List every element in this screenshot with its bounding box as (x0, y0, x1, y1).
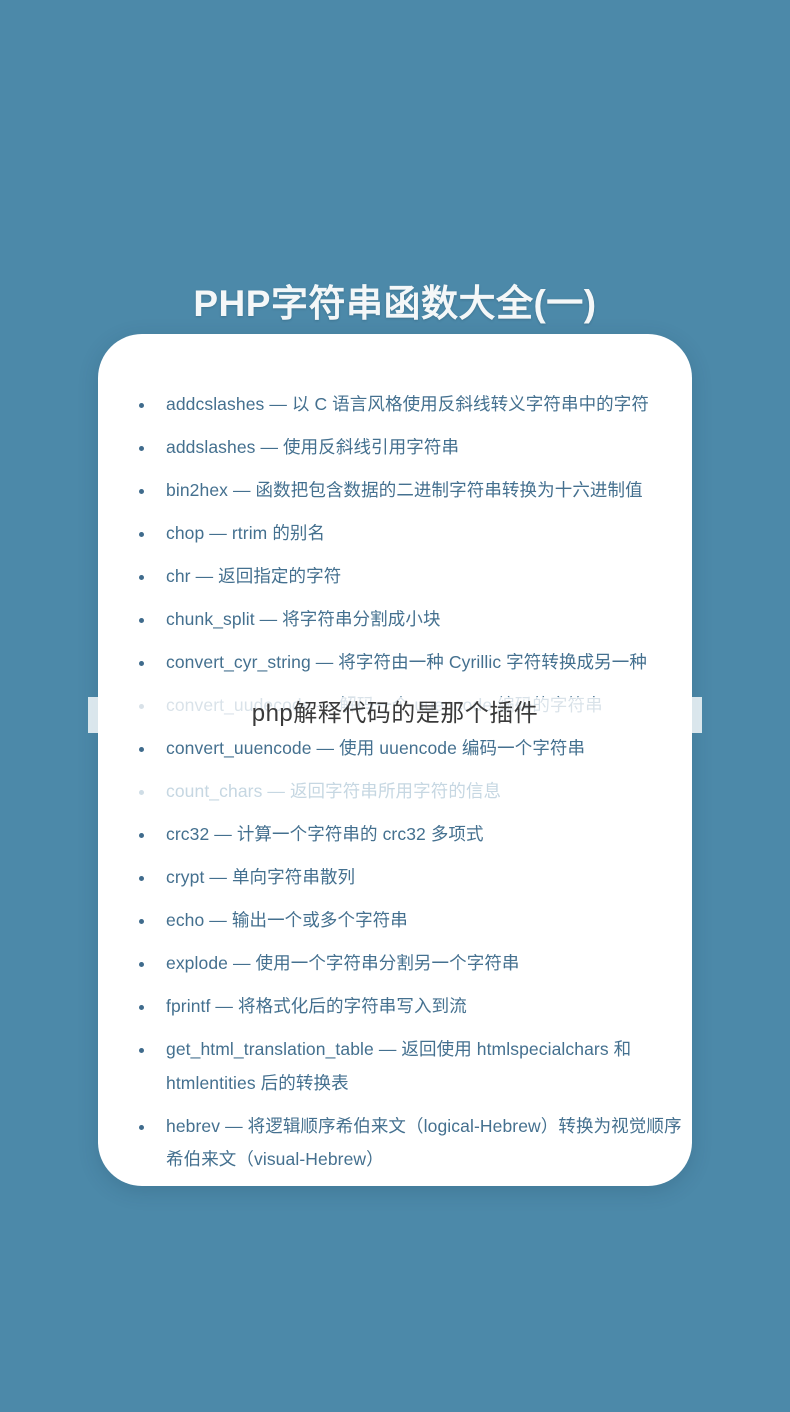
list-item: chunk_split — 将字符串分割成小块 (136, 603, 682, 637)
list-item: chr — 返回指定的字符 (136, 560, 682, 594)
list-item: echo — 输出一个或多个字符串 (136, 904, 682, 938)
list-item: convert_cyr_string — 将字符由一种 Cyrillic 字符转… (136, 646, 682, 680)
list-item: explode — 使用一个字符串分割另一个字符串 (136, 947, 682, 981)
list-item: chop — rtrim 的别名 (136, 517, 682, 551)
page-root: PHP字符串函数大全(一) addcslashes — 以 C 语言风格使用反斜… (0, 0, 790, 1412)
list-item: fprintf — 将格式化后的字符串写入到流 (136, 990, 682, 1024)
list-item: get_html_translation_table — 返回使用 htmlsp… (136, 1033, 682, 1100)
list-item: addcslashes — 以 C 语言风格使用反斜线转义字符串中的字符 (136, 388, 682, 422)
list-item: addslashes — 使用反斜线引用字符串 (136, 431, 682, 465)
list-item: bin2hex — 函数把包含数据的二进制字符串转换为十六进制值 (136, 474, 682, 508)
page-title: PHP字符串函数大全(一) (193, 282, 597, 324)
list-item: crc32 — 计算一个字符串的 crc32 多项式 (136, 818, 682, 852)
php-function-list: addcslashes — 以 C 语言风格使用反斜线转义字符串中的字符 adds… (98, 334, 692, 1186)
function-list-card: addcslashes — 以 C 语言风格使用反斜线转义字符串中的字符 adds… (98, 334, 692, 1186)
list-item: crypt — 单向字符串散列 (136, 861, 682, 895)
list-item: hebrev — 将逻辑顺序希伯来文（logical-Hebrew）转换为视觉顺… (136, 1110, 682, 1177)
list-item: count_chars — 返回字符串所用字符的信息 (136, 775, 682, 809)
list-item: convert_uuencode — 使用 uuencode 编码一个字符串 (136, 732, 682, 766)
watermark-text: php解释代码的是那个插件 (251, 700, 539, 727)
